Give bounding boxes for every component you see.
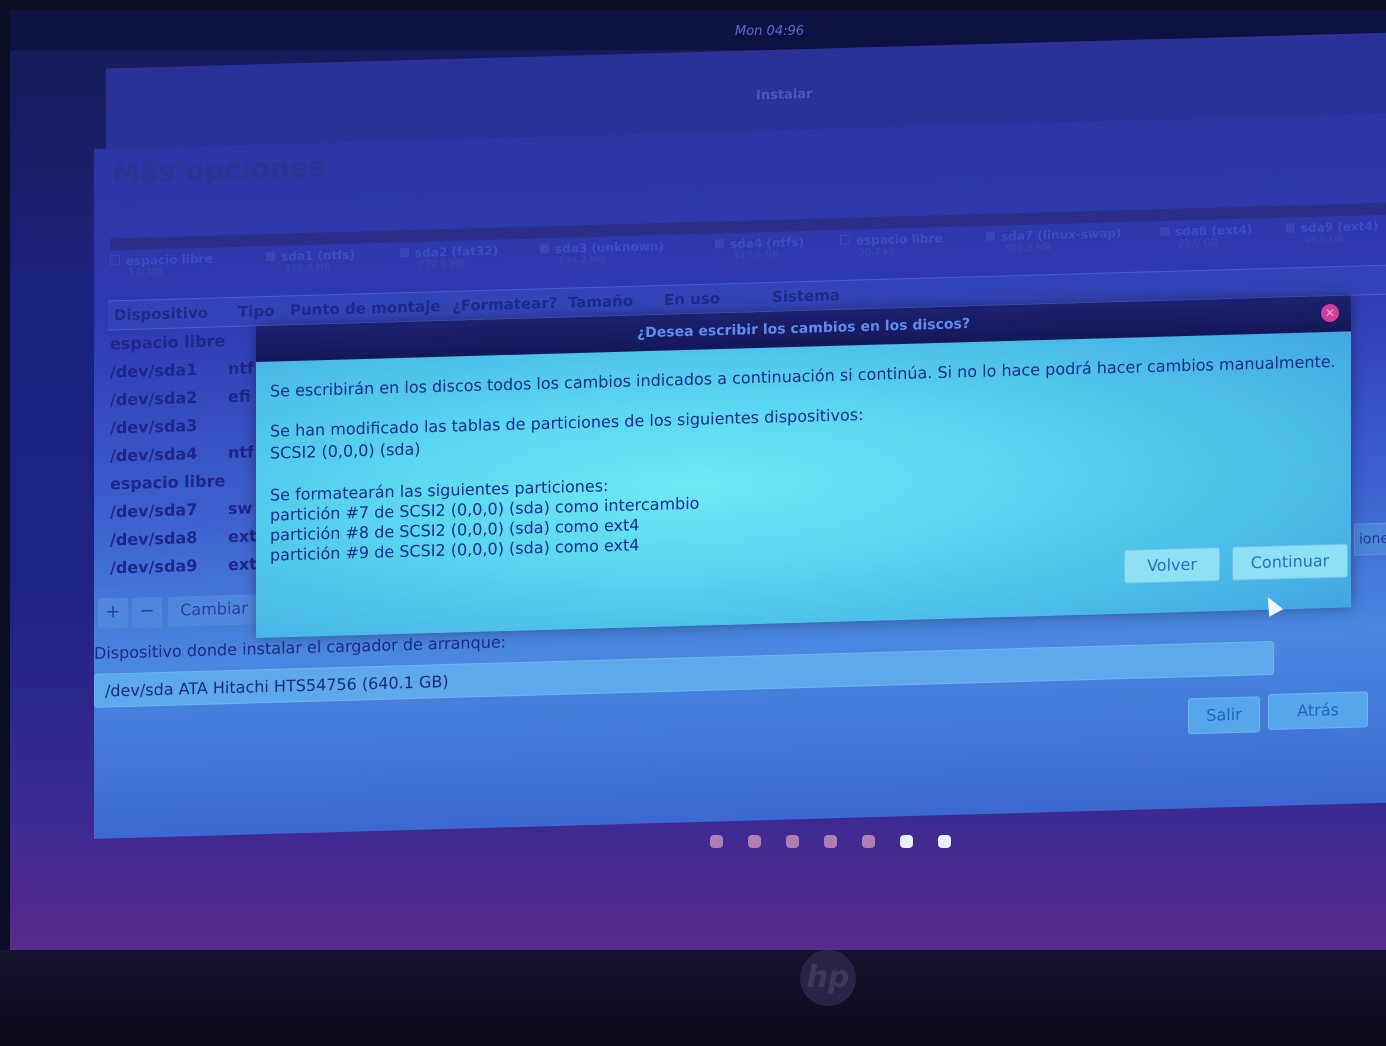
table-row[interactable]: /dev/sda2 efi [110,387,251,418]
row-type: ext [228,554,257,575]
table-row[interactable]: /dev/sda7 sw [110,498,252,530]
legend-item: sda9 (ext4) 49.0 GB [1286,219,1378,247]
swatch-icon [1286,223,1295,233]
row-device: espacio libre [110,471,226,494]
legend-name: espacio libre [126,251,213,268]
progress-dot [862,835,875,848]
installer-title: Instalar [756,86,813,104]
row-type: ntf [228,358,254,379]
change-partition-button[interactable]: Cambiar [168,594,260,627]
column-header-used[interactable]: En uso [664,289,720,309]
table-row[interactable]: espacio libre [110,331,225,362]
progress-dot-active [900,835,913,848]
row-type: sw [228,498,253,519]
legend-name: sda8 (ext4) [1175,222,1253,239]
dialog-continue-button[interactable]: Continuar [1232,543,1348,581]
row-device: /dev/sda2 [110,387,198,410]
row-device: /dev/sda3 [110,415,198,438]
legend-name: sda9 (ext4) [1301,219,1379,236]
progress-dot [710,835,723,848]
column-header-mount[interactable]: Punto de montaje [290,297,440,319]
laptop-bezel [0,950,1386,1046]
quit-button[interactable]: Salir [1188,696,1260,735]
swatch-icon [840,234,850,246]
column-header-size[interactable]: Tamaño [568,292,633,312]
swatch-icon [715,239,724,249]
page-title: Más opciones [112,150,326,190]
table-row[interactable]: /dev/sda9 ext [110,554,257,586]
row-device: /dev/sda4 [110,443,198,466]
row-device: /dev/sda7 [110,499,198,522]
column-header-system[interactable]: Sistema [772,286,840,306]
legend-item: sda1 (ntfs) 419.4 MB [266,248,355,275]
progress-dot [748,835,761,848]
progress-dot [786,835,799,848]
write-changes-dialog: ¿Desea escribir los cambios en los disco… [256,295,1351,638]
table-row[interactable]: /dev/sda3 [110,416,197,446]
row-device: /dev/sda8 [110,527,198,550]
row-device: espacio libre [110,331,226,354]
legend-item: sda7 (linux-swap) 500.2 MB [986,226,1121,255]
table-row[interactable]: /dev/sda8 ext [110,526,257,558]
table-row[interactable]: /dev/sda1 ntf [110,358,254,390]
legend-name: sda4 (ntfs) [730,235,804,252]
swatch-icon [266,251,275,262]
progress-dot-active [938,835,951,848]
legend-item: espacio libre 30.7 kB [840,231,943,259]
dialog-back-button[interactable]: Volver [1124,547,1220,584]
table-row[interactable]: /dev/sda4 ntf [110,442,254,474]
column-header-type[interactable]: Tipo [238,302,274,321]
row-type: ext [228,526,257,547]
row-device: /dev/sda9 [110,555,198,578]
swatch-icon [110,255,120,266]
legend-size: 547.5 GB [733,249,780,263]
legend-name: sda2 (fat32) [415,243,499,260]
legend-size: 23.0 GB [1178,237,1219,250]
dialog-device: SCSI2 (0,0,0) (sda) [270,439,421,463]
legend-name: sda1 (ntfs) [281,247,355,264]
advanced-options-button[interactable]: iones... [1354,521,1386,556]
legend-size: 500.2 MB [1004,242,1052,255]
swatch-icon [1160,226,1169,237]
legend-size: 49.0 GB [1304,233,1345,247]
legend-item: sda2 (fat32) 272.6 MB [400,244,498,272]
swatch-icon [986,231,995,241]
row-type: ntf [228,442,254,463]
laptop-screen: Mon 04:96 Instalar Más opciones espacio … [10,10,1386,950]
progress-dot [824,835,837,848]
swatch-icon [400,248,409,258]
legend-name: espacio libre [856,231,943,248]
column-header-device[interactable]: Dispositivo [114,304,208,325]
legend-size: 419.4 MB [284,262,332,275]
legend-item: sda8 (ext4) 23.0 GB [1160,223,1252,251]
row-type: efi [228,386,251,407]
dialog-message-tables: Se han modificado las tablas de particio… [270,405,864,441]
dialog-message-summary: Se escribirán en los discos todos los ca… [270,351,1336,401]
legend-item: sda3 (unknown) 134.2 MB [540,239,664,267]
legend-size: 134.2 MB [558,254,606,267]
clock: Mon 04:96 [735,24,805,39]
add-partition-button[interactable]: + [98,597,128,629]
remove-partition-button[interactable]: − [132,596,162,628]
row-device: /dev/sda1 [110,359,198,382]
column-header-format[interactable]: ¿Formatear? [452,294,557,315]
hp-logo: hp [800,950,856,1006]
legend-item: espacio libre 1.0 MB [110,252,213,280]
back-button[interactable]: Atrás [1268,691,1368,731]
legend-item: sda4 (ntfs) 547.5 GB [715,235,804,262]
table-row[interactable]: espacio libre [110,471,225,502]
swatch-icon [540,244,549,254]
